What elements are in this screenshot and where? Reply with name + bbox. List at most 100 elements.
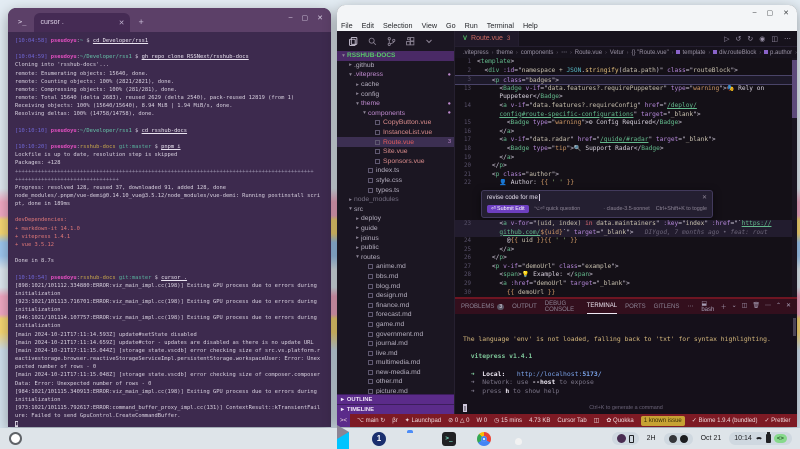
minimize-button[interactable]: – [289, 14, 293, 22]
tree-item-node-modules[interactable]: ▸node_modules [337, 195, 454, 205]
terminal-titlebar[interactable]: >_ cursor . ✕ + – ▢ ✕ [8, 8, 331, 32]
tree-item-picture-md[interactable]: picture.md [337, 387, 454, 394]
tree-item-theme[interactable]: ▾theme● [337, 99, 454, 109]
tree-item-government-md[interactable]: government.md [337, 329, 454, 339]
tree-item-new-media-md[interactable]: new-media.md [337, 368, 454, 378]
menu-item-go[interactable]: Go [446, 21, 456, 30]
maximize-panel-icon[interactable]: ⌃ [776, 302, 781, 311]
inline-chat-input[interactable]: revise code for me [487, 194, 538, 201]
split-editor-icon[interactable]: ◫ [771, 35, 778, 43]
tree-item-components[interactable]: ▾components● [337, 109, 454, 119]
tree-item-anime-md[interactable]: anime.md [337, 262, 454, 272]
tree-item-finance-md[interactable]: finance.md [337, 300, 454, 310]
shell-selector[interactable]: ⬓ bash [701, 300, 714, 313]
status-item--launchpad[interactable]: ✦ Launchpad [405, 417, 441, 424]
breadcrumb-item[interactable]: {} "Route.vue" [631, 50, 668, 56]
outline-section[interactable]: ▸OUTLINE [337, 394, 454, 404]
tree-item-game-md[interactable]: game.md [337, 320, 454, 330]
tree-item-site-vue[interactable]: Site.vue [337, 147, 454, 157]
terminal-app-icon[interactable]: >_ [442, 432, 456, 446]
breadcrumb-item[interactable]: Vetur [610, 50, 624, 56]
search-icon[interactable] [368, 37, 377, 46]
tab-close-icon[interactable]: ✕ [119, 19, 125, 27]
redo-icon[interactable]: ↻ [747, 35, 753, 43]
terminal-scrollback[interactable]: [10:04:58] pseudoyu:~ $ cd Developer/rss… [8, 32, 331, 427]
panel-tab-problems[interactable]: PROBLEMS3 [461, 299, 504, 314]
tree-item-deploy[interactable]: ▸deploy [337, 214, 454, 224]
launcher-button[interactable] [9, 432, 22, 445]
1password-icon[interactable]: 1 [372, 432, 386, 446]
status-item--0-0[interactable]: ⊘ 0 △ 0 [448, 417, 469, 424]
chrome-icon[interactable] [477, 432, 491, 446]
breadcrumb-item[interactable]: div.routeBlock [713, 50, 756, 56]
status-item--[interactable]: ◫ [594, 417, 600, 424]
breadcrumb-item[interactable]: Route.vue [575, 50, 602, 56]
system-tray[interactable]: 2H Oct 21 10:14 <> [612, 432, 792, 445]
more-icon[interactable]: ⋯ [765, 302, 771, 311]
menu-item-view[interactable]: View [422, 21, 437, 30]
tree-item-journal-md[interactable]: journal.md [337, 339, 454, 349]
run-circle-icon[interactable]: ◉ [759, 35, 765, 43]
menu-item-file[interactable]: File [341, 21, 353, 30]
tree-item-config[interactable]: ▸config [337, 89, 454, 99]
panel-tab-⋯[interactable]: ⋯ [687, 299, 693, 314]
notification-indicators[interactable] [664, 433, 693, 445]
launch-profile-icon[interactable]: ⌄ [732, 302, 737, 311]
breadcrumb-item[interactable]: template [676, 50, 705, 56]
panel-tab-ports[interactable]: PORTS [625, 299, 646, 314]
status-area[interactable]: 10:14 <> [729, 432, 792, 445]
integrated-terminal[interactable]: The language 'env' is not loaded, fallin… [455, 314, 797, 414]
menu-item-edit[interactable]: Edit [362, 21, 374, 30]
tree-item-types-ts[interactable]: types.ts [337, 185, 454, 195]
new-terminal-icon[interactable]: ＋ [721, 302, 727, 311]
status-item-w-0[interactable]: W 0 [476, 418, 487, 424]
close-panel-icon[interactable]: ✕ [786, 302, 791, 311]
close-button[interactable]: ✕ [783, 9, 789, 17]
kill-terminal-icon[interactable]: 🗑 [752, 302, 760, 311]
status-item-cursor-tab[interactable]: Cursor Tab [557, 418, 586, 424]
tree-item-forecast-md[interactable]: forecast.md [337, 310, 454, 320]
tree-item-multimedia-md[interactable]: multimedia.md [337, 358, 454, 368]
extensions-icon[interactable] [406, 37, 415, 46]
status-item--prettier[interactable]: ✓ Prettier [764, 417, 790, 424]
tree-item-instancelist-vue[interactable]: InstanceList.vue [337, 128, 454, 138]
tree-item-bbs-md[interactable]: bbs.md [337, 272, 454, 282]
tree-item--vitepress[interactable]: ▾.vitepress● [337, 70, 454, 80]
panel-scrollbar-thumb[interactable] [793, 318, 796, 336]
tree-item-guide[interactable]: ▸guide [337, 224, 454, 234]
tree-item-other-md[interactable]: other.md [337, 377, 454, 387]
tree-item-route-vue[interactable]: Route.vue3 [337, 137, 454, 147]
tree-item-live-md[interactable]: live.md [337, 348, 454, 358]
panel-tab-terminal[interactable]: TERMINAL [587, 299, 617, 314]
tree-item-rsshub-docs[interactable]: ▾RSSHUB-DOCS [337, 51, 454, 61]
source-control-icon[interactable] [387, 37, 396, 46]
maximize-button[interactable]: ▢ [767, 9, 774, 17]
status-item-1-known-issue[interactable]: 1 known issue [641, 416, 685, 426]
editor-scrollbar[interactable] [792, 58, 797, 297]
tree-item-design-md[interactable]: design.md [337, 291, 454, 301]
panel-tab-output[interactable]: OUTPUT [512, 299, 537, 314]
chevron-down-icon[interactable] [425, 37, 433, 45]
run-icon[interactable]: ▷ [724, 35, 729, 43]
tree-item-sponsors-vue[interactable]: Sponsors.vue [337, 157, 454, 167]
tree-item-blog-md[interactable]: blog.md [337, 281, 454, 291]
tree-item-public[interactable]: ▸public [337, 243, 454, 253]
tree-item--github[interactable]: ▸.github [337, 61, 454, 71]
new-tab-button[interactable]: + [138, 17, 143, 27]
screen-cast-indicator[interactable] [612, 432, 639, 445]
menu-item-help[interactable]: Help [523, 21, 538, 30]
panel-tab-gitlens[interactable]: GITLENS [654, 299, 680, 314]
explorer-icon[interactable] [349, 37, 358, 46]
menu-item-run[interactable]: Run [465, 21, 478, 30]
tree-item-src[interactable]: ▾src [337, 205, 454, 215]
menu-item-selection[interactable]: Selection [383, 21, 413, 30]
scrollbar-thumb[interactable] [792, 60, 797, 118]
tree-item-routes[interactable]: ▾routes [337, 252, 454, 262]
tree-item-joinus[interactable]: ▸joinus [337, 233, 454, 243]
breadcrumb-item[interactable]: ⋯ [561, 49, 567, 56]
tree-item-copybutton-vue[interactable]: CopyButton.vue [337, 118, 454, 128]
status-item--quokka[interactable]: ✿ Quokka [606, 417, 633, 424]
terminal-tab[interactable]: cursor . ✕ [34, 13, 130, 32]
more-actions-icon[interactable]: ⋯ [784, 35, 791, 43]
breadcrumb-item[interactable]: .vitepress [463, 50, 489, 56]
